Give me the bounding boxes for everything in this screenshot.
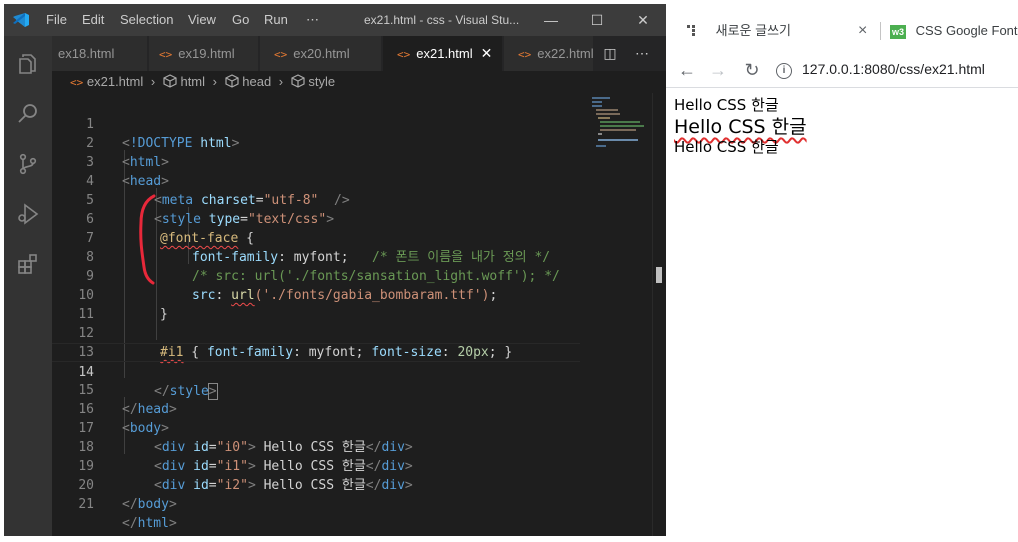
minimize-icon[interactable]: —	[528, 4, 574, 36]
tab-close-icon[interactable]: ✕	[481, 45, 493, 61]
tab-label: ex20.html	[293, 46, 350, 61]
code-line: 18 <div id="i1"> Hello CSS 한글</div>	[52, 419, 580, 474]
menu-edit[interactable]: Edit	[82, 4, 104, 36]
browser-tab-new-post[interactable]: 새로운 글쓰기 ×	[686, 12, 881, 50]
tab-label: ex22.html	[537, 46, 594, 61]
menu-run[interactable]: Run	[264, 4, 288, 36]
breadcrumb-file[interactable]: ex21.html	[87, 74, 143, 89]
tab-label: ex19.html	[178, 46, 235, 61]
url-text: 127.0.0.1:8080/css/ex21.html	[802, 61, 985, 77]
code-line: 3 <head>	[52, 134, 580, 189]
breadcrumb-head[interactable]: head	[242, 74, 271, 89]
activity-bar	[4, 36, 52, 536]
vscode-window: File Edit Selection View Go Run ⋯ ex21.h…	[4, 4, 666, 536]
code-line: 6 @font-face {	[52, 191, 580, 246]
browser-toolbar: ← → ↻ i 127.0.0.1:8080/css/ex21.html	[666, 50, 1018, 88]
explorer-icon[interactable]	[16, 52, 40, 76]
close-icon[interactable]: ✕	[620, 4, 666, 36]
symbol-cube-icon	[225, 74, 239, 88]
html-file-icon: <>	[274, 48, 288, 61]
source-control-icon[interactable]	[16, 152, 40, 176]
menu-more[interactable]: ⋯	[306, 4, 319, 36]
tab-ex20[interactable]: <> ex20.html	[260, 36, 382, 71]
annotation-bracket	[139, 194, 156, 285]
code-line: 12 #i1 { font-family: myfont; font-size:…	[52, 305, 580, 360]
tab-ex22[interactable]: <> ex22.html	[504, 36, 594, 71]
chevron-right-icon: ›	[150, 74, 156, 89]
html-file-icon: <>	[518, 48, 532, 61]
code-editor[interactable]: 1 <!DOCTYPE html> 2 <html> 3 <head> 4 <m…	[52, 93, 580, 536]
back-icon[interactable]: ←	[673, 56, 701, 84]
html-file-icon: <>	[159, 48, 173, 61]
code-line: 19 <div id="i2"> Hello CSS 한글</div>	[52, 438, 580, 493]
code-line: 7 font-family: myfont; /* 폰트 이름을 내가 정의 *…	[52, 210, 580, 265]
tab-ex19[interactable]: <> ex19.html	[149, 36, 259, 71]
tab-label: ex21.html	[416, 46, 473, 61]
code-line: 21 </html>	[52, 476, 580, 531]
split-editor-icon[interactable]: ◫	[596, 36, 624, 71]
code-line: 5 <style type="text/css">	[52, 172, 580, 227]
maximize-icon[interactable]: ☐	[574, 4, 620, 36]
scroll-thumb[interactable]	[656, 267, 662, 283]
chevron-right-icon: ›	[212, 74, 217, 89]
address-bar[interactable]: i 127.0.0.1:8080/css/ex21.html	[776, 54, 1016, 84]
tab-divider	[880, 22, 881, 40]
code-line: 2 <html>	[52, 115, 580, 170]
search-icon[interactable]	[16, 102, 40, 126]
code-line: 16 <body>	[52, 381, 580, 436]
menu-view[interactable]: View	[188, 4, 216, 36]
tab-ex18[interactable]: ex18.html	[52, 36, 148, 71]
html-file-icon: <>	[397, 48, 411, 61]
browser-window: 새로운 글쓰기 × w3 CSS Google Fonts ← → ↻ i 127…	[666, 4, 1018, 536]
window-title: ex21.html - css - Visual Stu...	[364, 13, 520, 27]
current-code-line: 14 </style>	[52, 343, 580, 400]
code-line: 11	[52, 286, 580, 322]
editor-tab-bar: ex18.html <> ex19.html <> ex20.html <> ex21…	[52, 36, 666, 71]
menu-file[interactable]: File	[46, 4, 67, 36]
title-bar: File Edit Selection View Go Run ⋯ ex21.h…	[4, 4, 666, 36]
breadcrumb-html[interactable]: html	[180, 74, 205, 89]
code-line: 9 src: url('./fonts/gabia_bombaram.ttf')…	[52, 248, 580, 303]
vscode-logo-icon	[13, 13, 29, 27]
code-line: 20 </body>	[52, 457, 580, 512]
tab-favicon-icon	[687, 25, 695, 36]
text-i1: Hello CSS 한글	[674, 116, 807, 138]
run-debug-icon[interactable]	[16, 202, 40, 226]
menu-go[interactable]: Go	[232, 4, 249, 36]
tab-ex21[interactable]: <> ex21.html ✕	[383, 36, 503, 71]
browser-tab-label: CSS Google Fonts	[915, 23, 1018, 38]
code-line: 15 </head>	[52, 362, 580, 417]
code-line: 8 /* src: url('./fonts/sansation_light.w…	[52, 229, 580, 284]
site-info-icon[interactable]: i	[776, 63, 792, 79]
browser-tab-css-google-fonts[interactable]: w3 CSS Google Fonts	[890, 12, 1018, 50]
breadcrumb-style[interactable]: style	[308, 74, 335, 89]
text-i2: Hello CSS 한글	[674, 138, 779, 156]
more-actions-icon[interactable]: ⋯	[628, 36, 656, 71]
page-content: Hello CSS 한글 Hello CSS 한글 Hello CSS 한글	[666, 88, 1018, 536]
code-line: 1 <!DOCTYPE html>	[52, 96, 580, 151]
tab-label: ex18.html	[58, 46, 115, 61]
reload-icon[interactable]: ↻	[738, 56, 766, 84]
menu-selection[interactable]: Selection	[120, 4, 173, 36]
chevron-right-icon: ›	[278, 74, 284, 89]
line-number: 21	[78, 497, 94, 512]
forward-icon[interactable]: →	[704, 56, 732, 84]
symbol-cube-icon	[163, 74, 177, 88]
symbol-cube-icon	[291, 74, 305, 88]
code-line: 10 }	[52, 267, 580, 322]
html-file-icon: <>	[70, 76, 84, 89]
code-line: 17 <div id="i0"> Hello CSS 한글</div>	[52, 400, 580, 455]
minimap[interactable]	[580, 93, 652, 536]
tab-close-icon[interactable]: ×	[858, 12, 867, 50]
vertical-scrollbar[interactable]	[652, 93, 666, 536]
code-line: 4 <meta charset="utf-8" />	[52, 153, 580, 208]
browser-tab-strip: 새로운 글쓰기 × w3 CSS Google Fonts	[666, 4, 1018, 50]
browser-tab-label: 새로운 글쓰기	[715, 23, 791, 38]
w3-favicon-icon: w3	[890, 25, 906, 39]
code-line: 13	[52, 324, 580, 360]
breadcrumb: <> ex21.html › html › head › style	[52, 71, 592, 93]
extensions-icon[interactable]	[16, 252, 40, 276]
